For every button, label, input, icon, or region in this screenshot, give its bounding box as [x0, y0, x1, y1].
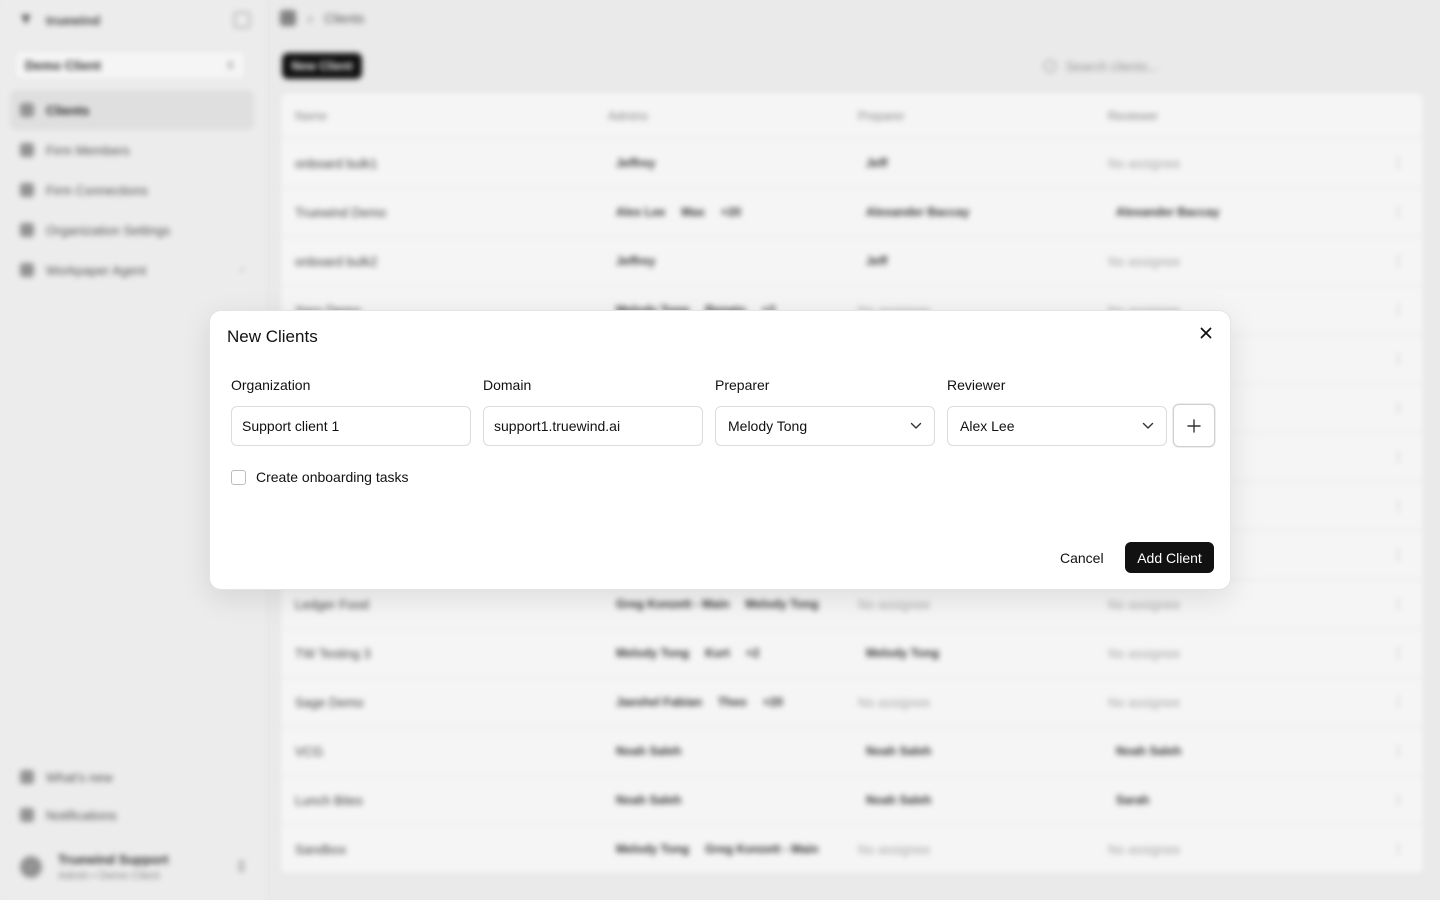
preparer-select-value: Melody Tong	[728, 418, 808, 434]
reviewer-select[interactable]: Alex Lee	[947, 406, 1167, 446]
organization-label: Organization	[231, 377, 311, 393]
chevron-down-icon	[1142, 422, 1154, 429]
close-button[interactable]	[1196, 323, 1216, 343]
close-icon	[1200, 327, 1212, 339]
domain-input[interactable]	[483, 406, 703, 446]
onboarding-tasks-option[interactable]: Create onboarding tasks	[231, 469, 409, 485]
preparer-select[interactable]: Melody Tong	[715, 406, 935, 446]
new-clients-dialog: New Clients Organization Domain Preparer…	[209, 310, 1231, 590]
onboarding-tasks-label: Create onboarding tasks	[256, 469, 409, 485]
chevron-down-icon	[910, 422, 922, 429]
onboarding-tasks-checkbox[interactable]	[231, 469, 246, 485]
add-row-button[interactable]	[1173, 404, 1215, 447]
reviewer-label: Reviewer	[947, 377, 1006, 393]
reviewer-select-value: Alex Lee	[960, 418, 1015, 434]
add-client-button[interactable]: Add Client	[1125, 542, 1214, 573]
preparer-label: Preparer	[715, 377, 770, 393]
dialog-title: New Clients	[227, 327, 318, 346]
plus-icon	[1187, 418, 1201, 433]
organization-input[interactable]	[231, 406, 471, 446]
domain-label: Domain	[483, 377, 532, 393]
cancel-button[interactable]: Cancel	[1052, 543, 1112, 573]
